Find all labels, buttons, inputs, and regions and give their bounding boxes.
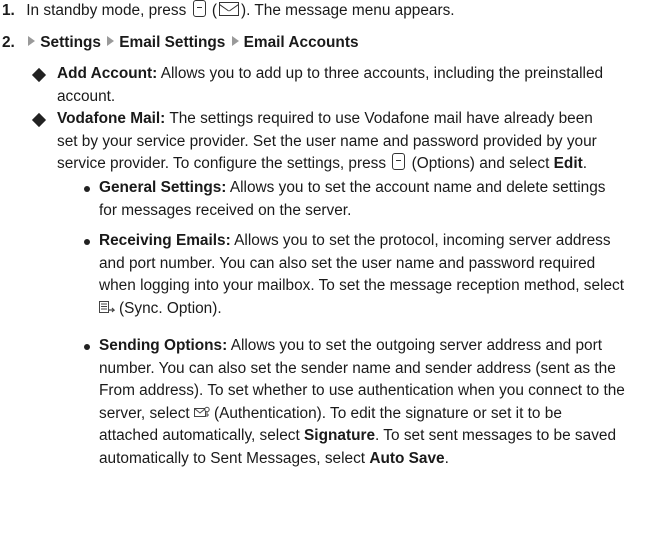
item-text: set by your service provider. Set the us… (57, 132, 597, 150)
item-text: automatically to Sent Messages, select (99, 449, 366, 467)
item-text: number. You can also set the sender name… (99, 359, 616, 377)
edit-label: Edit (553, 155, 583, 172)
path-item: Email Settings (119, 34, 226, 51)
item-label: Sending Options: (99, 337, 228, 354)
item-text: Allows you to set the outgoing server ad… (230, 337, 602, 354)
item-text: service provider. To configure the setti… (57, 155, 387, 172)
add-account-item: Add Account: Allows you to add up to thr… (57, 63, 657, 108)
sending-options-item: Sending Options: Allows you to set the o… (99, 335, 659, 470)
signature-label: Signature (304, 427, 376, 444)
left-softkey-icon (192, 0, 206, 17)
item-text: server, select (99, 404, 190, 422)
item-text: The settings required to use Vodafone ma… (169, 110, 593, 127)
item-label: Receiving Emails: (99, 232, 231, 249)
auto-save-label: Auto Save (369, 449, 445, 467)
item-text: account. (57, 87, 116, 105)
authentication-icon (193, 406, 210, 417)
item-label: Vodafone Mail: (57, 110, 166, 127)
item-text: when logging into your mailbox. To set t… (99, 277, 625, 294)
item-text: (Authentication). To edit the signature … (213, 404, 562, 422)
diamond-bullet-icon (31, 112, 47, 128)
item-text: . (444, 449, 449, 467)
paren-open: ( (211, 2, 217, 19)
item-text: Allows you to add up to three accounts, … (160, 65, 604, 82)
item-text: From address). To set whether to use aut… (99, 382, 625, 399)
step-number: 1. (2, 2, 15, 19)
step-2: 2. Settings Email Settings Email Account… (2, 32, 359, 55)
item-text: (Options) and select (411, 155, 550, 172)
receiving-emails-item: Receiving Emails: Allows you to set the … (99, 230, 659, 320)
item-text: attached automatically, select (99, 427, 300, 444)
path-item: Email Accounts (243, 34, 359, 51)
item-text: and port number. You can also set the us… (99, 254, 596, 272)
triangle-arrow-icon (231, 36, 239, 46)
dot-bullet-icon (84, 344, 90, 350)
item-text: Allows you to set the protocol, incoming… (234, 232, 611, 249)
triangle-arrow-icon (28, 36, 36, 46)
vodafone-mail-item: Vodafone Mail: The settings required to … (57, 108, 657, 176)
diamond-bullet-icon (31, 67, 47, 83)
item-label: Add Account: (57, 65, 158, 82)
step-1-text: In standby mode, press (26, 2, 187, 19)
sync-option-icon (99, 300, 115, 313)
dot-bullet-icon (84, 239, 90, 245)
path-item: Settings (40, 34, 101, 51)
item-text: for messages received on the server. (99, 201, 352, 219)
paren-close: ). (240, 2, 251, 19)
item-label: General Settings: (99, 179, 227, 196)
step-1-rest: The message menu appears. (254, 2, 455, 19)
item-text: . (582, 155, 588, 172)
envelope-icon (218, 2, 239, 16)
left-softkey-icon (392, 153, 406, 170)
triangle-arrow-icon (107, 36, 115, 46)
dot-bullet-icon (84, 186, 90, 192)
step-number: 2. (2, 34, 15, 51)
item-text: (Sync. Option). (119, 299, 222, 317)
general-settings-item: General Settings: Allows you to set the … (99, 177, 659, 222)
item-text: . To set sent messages to be saved (375, 427, 617, 444)
step-1: 1. In standby mode, press (). The messag… (2, 0, 455, 23)
item-text: Allows you to set the account name and d… (229, 179, 606, 196)
